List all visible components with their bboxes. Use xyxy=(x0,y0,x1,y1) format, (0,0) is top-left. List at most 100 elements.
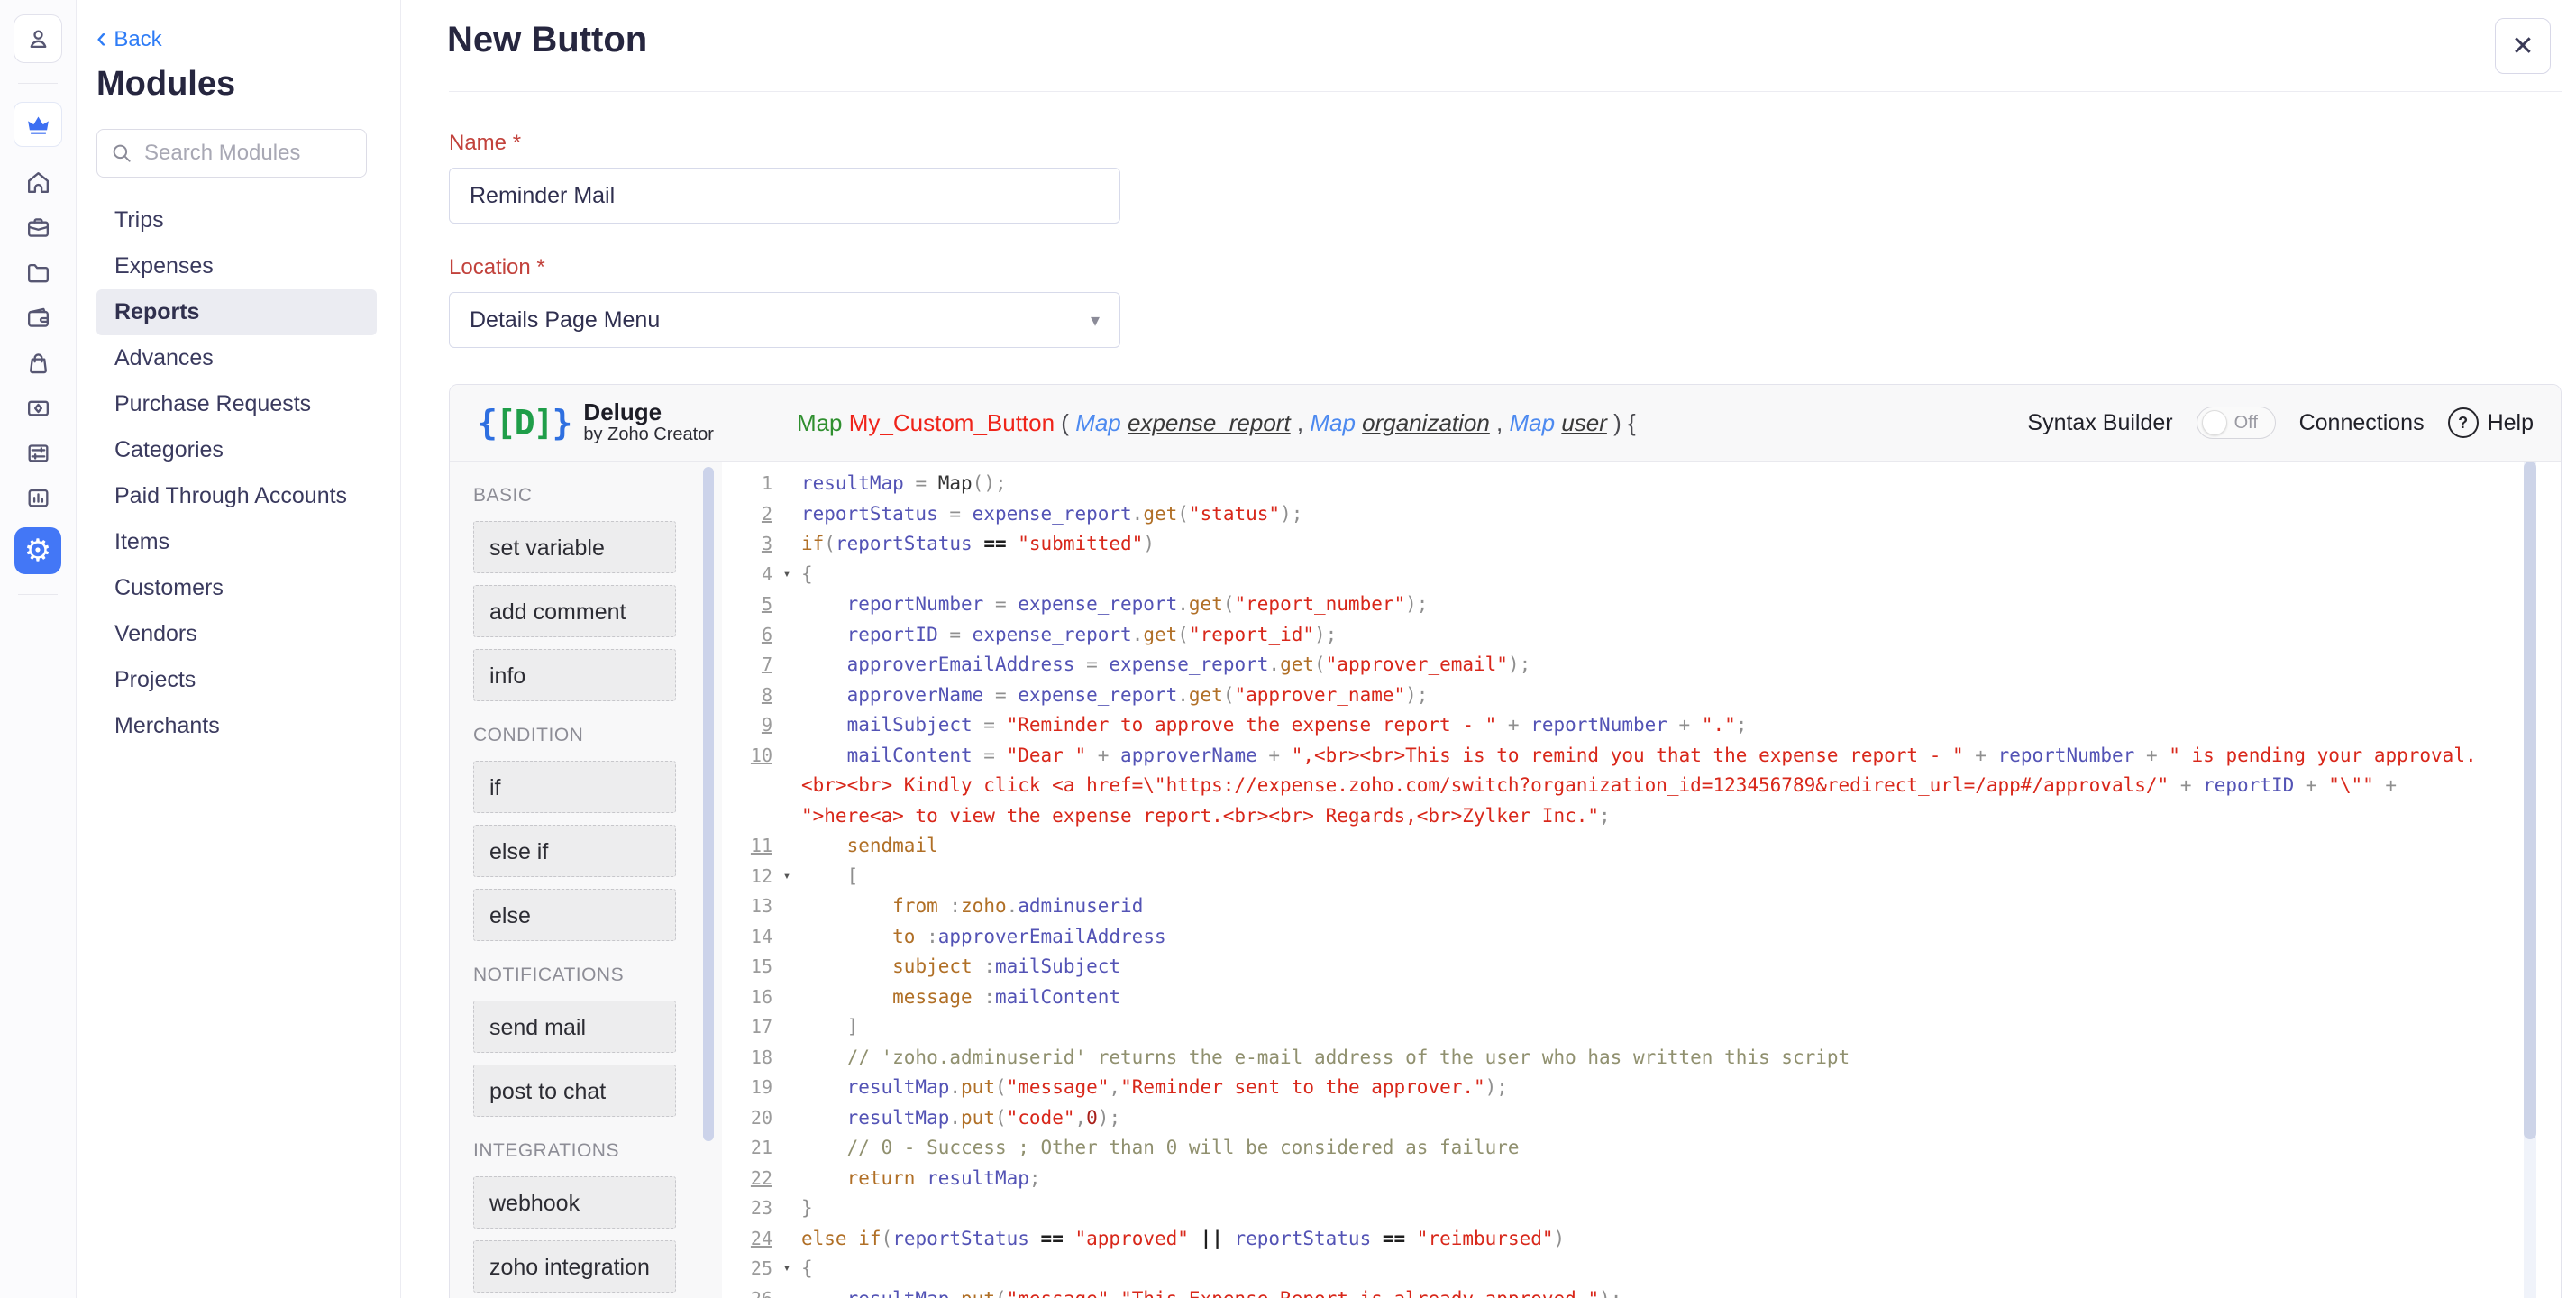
sidebar-item-merchants[interactable]: Merchants xyxy=(96,703,377,749)
cashbox-icon[interactable] xyxy=(14,437,61,468)
palette-item-if[interactable]: if xyxy=(473,761,676,813)
sidebar-item-purchase-requests[interactable]: Purchase Requests xyxy=(96,381,377,427)
code-text: reportID = expense_report.get("report_id… xyxy=(801,620,2561,651)
wallet-icon[interactable] xyxy=(14,302,61,333)
fold-toggle-icon[interactable]: ▾ xyxy=(772,560,801,590)
palette-item-info[interactable]: info xyxy=(473,649,676,701)
code-line: 19 resultMap.put("message","Reminder sen… xyxy=(722,1073,2561,1103)
palette-item-else-if[interactable]: else if xyxy=(473,825,676,877)
line-number[interactable]: 22 xyxy=(722,1164,772,1194)
line-number[interactable]: 20 xyxy=(722,1103,772,1134)
code-line: 12▾ [ xyxy=(722,862,2561,892)
palette-item-set-variable[interactable]: set variable xyxy=(473,521,676,573)
palette-item-zoho-integration[interactable]: zoho integration xyxy=(473,1240,676,1293)
line-number[interactable]: 21 xyxy=(722,1133,772,1164)
palette-item-post-to-chat[interactable]: post to chat xyxy=(473,1065,676,1117)
bar-chart-icon[interactable] xyxy=(14,482,61,513)
app-window: ⚙ ‹ Back Modules TripsExpensesReportsAdv… xyxy=(0,0,2576,1298)
syntax-builder-toggle[interactable]: Off xyxy=(2197,407,2276,439)
code-text: approverEmailAddress = expense_report.ge… xyxy=(801,650,2561,681)
sidebar-item-expenses[interactable]: Expenses xyxy=(96,243,377,289)
toggle-state: Off xyxy=(2234,413,2258,434)
fold-toggle-icon[interactable]: ▾ xyxy=(772,1254,801,1284)
briefcase-icon[interactable] xyxy=(14,212,61,242)
back-link[interactable]: ‹ Back xyxy=(96,27,178,52)
connections-link[interactable]: Connections xyxy=(2299,410,2425,436)
line-number[interactable]: 17 xyxy=(722,1012,772,1043)
line-number[interactable]: 14 xyxy=(722,922,772,953)
code-line: 3if(reportStatus == "submitted") xyxy=(722,529,2561,560)
palette-item-send-mail[interactable]: send mail xyxy=(473,1001,676,1053)
sidebar-item-trips[interactable]: Trips xyxy=(96,197,377,243)
line-number[interactable]: 18 xyxy=(722,1043,772,1074)
fold-spacer xyxy=(772,1193,801,1224)
sidebar-item-reports[interactable]: Reports xyxy=(96,289,377,335)
palette-scrollbar[interactable] xyxy=(703,467,714,1141)
palette-item-else[interactable]: else xyxy=(473,889,676,941)
bag-icon[interactable] xyxy=(14,347,61,378)
home-icon[interactable] xyxy=(14,167,61,197)
crown-icon[interactable] xyxy=(14,102,62,147)
sidebar-item-items[interactable]: Items xyxy=(96,519,377,565)
line-number[interactable]: 19 xyxy=(722,1073,772,1103)
line-number[interactable]: 25 xyxy=(722,1254,772,1284)
fold-spacer xyxy=(772,741,801,832)
sidebar-item-paid-through-accounts[interactable]: Paid Through Accounts xyxy=(96,473,377,519)
sidebar-item-categories[interactable]: Categories xyxy=(96,427,377,473)
code-scrollbar-thumb[interactable] xyxy=(2524,462,2536,1139)
line-number[interactable]: 24 xyxy=(722,1224,772,1255)
rail-divider xyxy=(18,83,58,84)
line-number[interactable]: 12 xyxy=(722,862,772,892)
close-button[interactable]: ✕ xyxy=(2495,18,2551,74)
rail-divider xyxy=(18,594,58,595)
line-number[interactable]: 9 xyxy=(722,710,772,741)
line-number[interactable]: 13 xyxy=(722,891,772,922)
code-line: 22 return resultMap; xyxy=(722,1164,2561,1194)
palette-item-webhook[interactable]: webhook xyxy=(473,1176,676,1229)
palette-item-add-comment[interactable]: add comment xyxy=(473,585,676,637)
deluge-brand-name: Deluge xyxy=(583,400,714,425)
palette-section: INTEGRATIONSwebhookzoho integration xyxy=(473,1140,722,1293)
line-number[interactable]: 7 xyxy=(722,650,772,681)
search-box[interactable] xyxy=(96,129,367,178)
gear-icon[interactable]: ⚙ xyxy=(14,527,61,574)
location-select[interactable]: Details Page Menu ▾ xyxy=(449,292,1120,348)
help-link[interactable]: ? Help xyxy=(2448,407,2534,438)
modules-menu: TripsExpensesReportsAdvancesPurchase Req… xyxy=(96,197,400,749)
code-line: 16 message :mailContent xyxy=(722,983,2561,1013)
modules-sidebar: ‹ Back Modules TripsExpensesReportsAdvan… xyxy=(77,0,401,1298)
sidebar-item-customers[interactable]: Customers xyxy=(96,565,377,611)
sidebar-item-projects[interactable]: Projects xyxy=(96,657,377,703)
line-number[interactable]: 16 xyxy=(722,983,772,1013)
line-number[interactable]: 15 xyxy=(722,952,772,983)
sidebar-title: Modules xyxy=(96,65,400,104)
name-input[interactable] xyxy=(449,168,1120,224)
fold-spacer xyxy=(772,1133,801,1164)
sidebar-item-vendors[interactable]: Vendors xyxy=(96,611,377,657)
line-number[interactable]: 10 xyxy=(722,741,772,832)
search-input[interactable] xyxy=(142,140,353,167)
line-number[interactable]: 23 xyxy=(722,1193,772,1224)
sidebar-item-advances[interactable]: Advances xyxy=(96,335,377,381)
fold-spacer xyxy=(772,650,801,681)
code-area[interactable]: 1resultMap = Map();2reportStatus = expen… xyxy=(722,462,2561,1298)
deluge-logo-icon: {[D]} xyxy=(477,403,571,443)
deluge-brand: {[D]} Deluge by Zoho Creator xyxy=(477,400,714,445)
line-number[interactable]: 6 xyxy=(722,620,772,651)
code-text: // 'zoho.adminuserid' returns the e-mail… xyxy=(801,1043,2561,1074)
line-number[interactable]: 3 xyxy=(722,529,772,560)
line-number[interactable]: 5 xyxy=(722,590,772,620)
line-number[interactable]: 8 xyxy=(722,681,772,711)
line-number[interactable]: 1 xyxy=(722,469,772,499)
code-text: { xyxy=(801,560,2561,590)
card-diamond-icon[interactable] xyxy=(14,392,61,423)
close-icon: ✕ xyxy=(2511,31,2534,62)
line-number[interactable]: 11 xyxy=(722,831,772,862)
fold-toggle-icon[interactable]: ▾ xyxy=(772,862,801,892)
line-number[interactable]: 4 xyxy=(722,560,772,590)
folder-icon[interactable] xyxy=(14,257,61,288)
line-number[interactable]: 26 xyxy=(722,1284,772,1298)
user-avatar-icon[interactable] xyxy=(14,14,62,63)
line-number[interactable]: 2 xyxy=(722,499,772,530)
fold-spacer xyxy=(772,1043,801,1074)
